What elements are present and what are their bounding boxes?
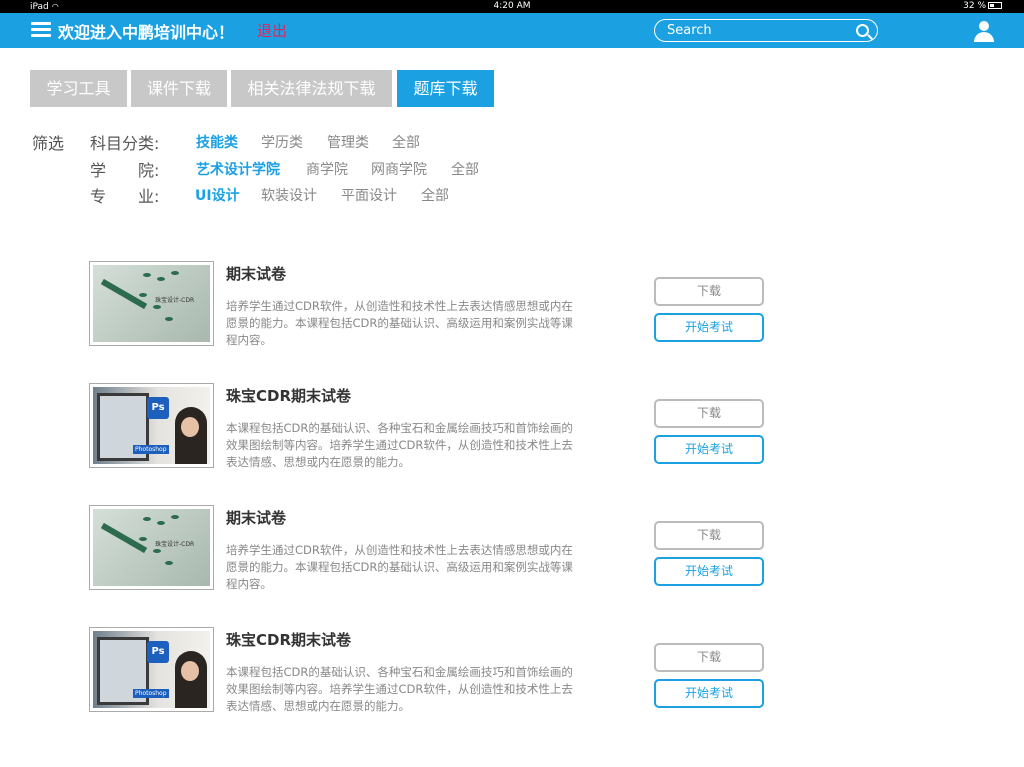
course-title[interactable]: 期末试卷 — [226, 263, 286, 284]
tab-law-download[interactable]: 相关法律法规下载 — [231, 70, 392, 107]
battery-icon — [988, 2, 1002, 9]
photoshop-icon: Ps — [147, 397, 169, 419]
course-description: 培养学生通过CDR软件，从创造性和技术性上去表达情感思想或内在愿景的能力。本课程… — [226, 299, 573, 347]
header-bar: 欢迎进入中鹏培训中心！ 退出 — [0, 13, 1024, 48]
thumbnail-caption: 珠宝设计-CDR — [155, 297, 195, 304]
download-button[interactable]: 下载 — [654, 277, 764, 306]
filter-option[interactable]: UI设计 — [195, 185, 240, 205]
search-icon[interactable] — [856, 24, 869, 37]
photoshop-icon: Ps — [147, 641, 169, 663]
filter-option[interactable]: 网商学院 — [371, 159, 427, 179]
search-input[interactable] — [667, 22, 847, 39]
course-title[interactable]: 期末试卷 — [226, 507, 286, 528]
filter-option[interactable]: 平面设计 — [341, 185, 397, 205]
tab-courseware-download[interactable]: 课件下载 — [131, 70, 227, 107]
course-description: 本课程包括CDR的基础认识、各种宝石和金属绘画技巧和首饰绘画的效果图绘制等内容。… — [226, 665, 573, 713]
filter-option[interactable]: 学历类 — [261, 132, 303, 152]
filter-option[interactable]: 艺术设计学院 — [196, 159, 280, 179]
filter-option[interactable]: 管理类 — [327, 132, 369, 152]
course-description: 培养学生通过CDR软件，从创造性和技术性上去表达情感思想或内在愿景的能力。本课程… — [226, 543, 573, 591]
filter-label-major: 专 业: — [90, 187, 160, 206]
filter-option[interactable]: 商学院 — [306, 159, 348, 179]
welcome-text: 欢迎进入中鹏培训中心！ — [58, 23, 235, 42]
filter-option[interactable]: 全部 — [421, 185, 449, 205]
course-item: Ps Photoshop 珠宝CDR期末试卷 本课程包括CDR的基础认识、各种宝… — [89, 383, 769, 471]
tab-question-bank-download[interactable]: 题库下载 — [397, 70, 494, 107]
course-thumbnail[interactable]: Ps Photoshop — [89, 383, 214, 468]
user-icon[interactable] — [973, 21, 995, 43]
tab-study-tools[interactable]: 学习工具 — [30, 70, 127, 107]
course-title[interactable]: 珠宝CDR期末试卷 — [226, 385, 351, 406]
course-item: 珠宝设计-CDR 期末试卷 培养学生通过CDR软件，从创造性和技术性上去表达情感… — [89, 261, 769, 349]
course-item: Ps Photoshop 珠宝CDR期末试卷 本课程包括CDR的基础认识、各种宝… — [89, 627, 769, 715]
course-thumbnail[interactable]: Ps Photoshop — [89, 627, 214, 712]
course-description: 本课程包括CDR的基础认识、各种宝石和金属绘画技巧和首饰绘画的效果图绘制等内容。… — [226, 421, 573, 469]
thumbnail-caption: Photoshop — [133, 689, 169, 698]
logout-link[interactable]: 退出 — [257, 20, 287, 41]
filter-option[interactable]: 软装设计 — [261, 185, 317, 205]
start-exam-button[interactable]: 开始考试 — [654, 679, 764, 708]
start-exam-button[interactable]: 开始考试 — [654, 557, 764, 586]
status-time: 4:20 AM — [493, 1, 531, 11]
filter-title: 筛选 — [32, 134, 65, 153]
start-exam-button[interactable]: 开始考试 — [654, 313, 764, 342]
start-exam-button[interactable]: 开始考试 — [654, 435, 764, 464]
download-button[interactable]: 下载 — [654, 643, 764, 672]
search-box[interactable] — [654, 19, 878, 42]
status-bar: iPad ◠ 4:20 AM 32 % — [0, 0, 1024, 13]
filter-label-subject: 科目分类: — [90, 134, 160, 153]
thumbnail-caption: 珠宝设计-CDR — [155, 541, 195, 548]
course-thumbnail[interactable]: 珠宝设计-CDR — [89, 505, 214, 590]
course-title[interactable]: 珠宝CDR期末试卷 — [226, 629, 351, 650]
status-battery: 32 % — [963, 0, 1002, 13]
thumbnail-caption: Photoshop — [133, 445, 169, 454]
filter-label-college: 学 院: — [90, 161, 160, 180]
filter-option[interactable]: 全部 — [451, 159, 479, 179]
filter-option[interactable]: 全部 — [392, 132, 420, 152]
filter-option[interactable]: 技能类 — [196, 132, 238, 152]
download-button[interactable]: 下载 — [654, 521, 764, 550]
course-thumbnail[interactable]: 珠宝设计-CDR — [89, 261, 214, 346]
download-button[interactable]: 下载 — [654, 399, 764, 428]
course-item: 珠宝设计-CDR 期末试卷 培养学生通过CDR软件，从创造性和技术性上去表达情感… — [89, 505, 769, 593]
menu-icon[interactable] — [31, 22, 51, 38]
